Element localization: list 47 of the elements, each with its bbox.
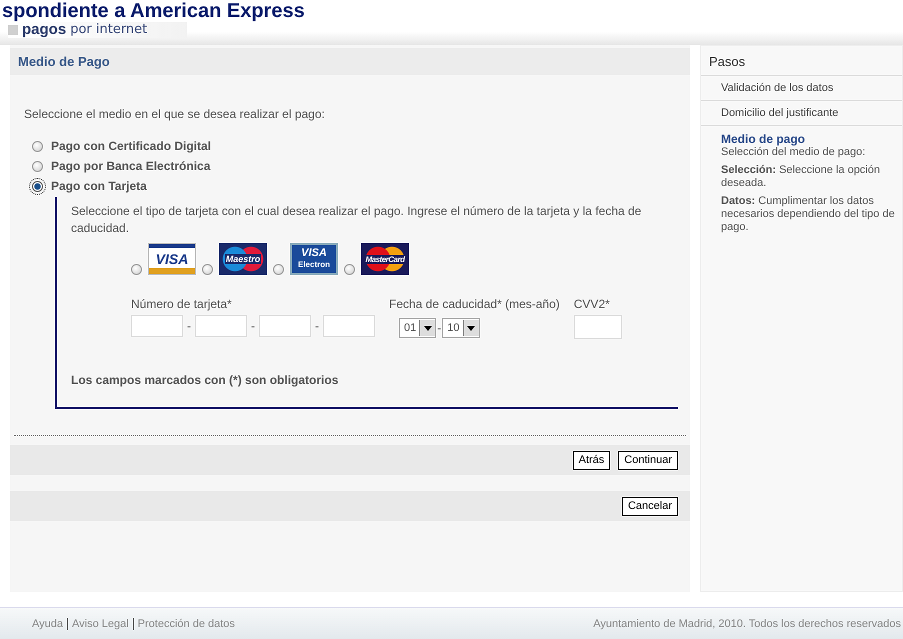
panel-title: Medio de Pago [10,48,690,75]
cvv-label: CVV2* [574,297,611,311]
card-number-field[interactable] [195,315,247,337]
payment-option-label[interactable]: Pago con Certificado Digital [51,139,212,153]
radio-button[interactable] [344,264,355,275]
separator-text: - [315,319,319,333]
steps-title: Pasos [701,46,902,76]
required-note: Los campos marcados con (*) son obligatorios [71,373,340,387]
step-item: Validación de los datos [701,76,902,101]
mastercard-logo: MasterCard [361,243,409,275]
step-description: Selección: Seleccione la opción deseada. [720,164,881,190]
step-item: Medio de pago [720,131,806,146]
prompt-text: Seleccione el medio en el que se desea realizar el pago: [24,107,326,121]
logo-mark-icon [8,25,18,35]
card-number-field[interactable] [323,315,375,337]
visa-electron-logo: VISA Electron [290,243,338,275]
card-number-field[interactable] [259,315,311,337]
radio-button[interactable] [273,264,284,275]
radio-button[interactable] [32,160,43,172]
step-item: Domicilio del justificante [701,101,902,126]
nav-button[interactable]: Atrás [572,450,610,470]
payment-option-label[interactable]: Pago con Tarjeta [51,179,147,193]
instructions-text: Seleccione el tipo de tarjeta con el cual desea realizar el pago. Ingrese el número de la tarjeta y la fecha de caducidad. [71,203,642,237]
card-number-field[interactable] [131,315,183,337]
logo-tagline: por internet [70,22,148,38]
nav-button[interactable]: Continuar [618,450,678,470]
logo-brand: pagos [22,22,66,38]
separator-text: - [187,319,191,333]
visa-logo: VISA [148,243,196,275]
card-number-label: Número de tarjeta* [131,297,233,311]
radio-button[interactable] [32,140,43,152]
step-description: Datos: Cumplimentar los datos necesarios dependiendo del tipo de pago. [720,195,896,234]
expiry-label: Fecha de caducidad* (mes-año) [389,297,560,311]
payment-option-label[interactable]: Pago por Banca Electrónica [51,159,210,173]
radio-button[interactable] [131,264,142,275]
step-description: Selección del medio de pago: [720,146,866,159]
page-heading: spondiente a American Express [2,0,305,22]
month-select[interactable]: 01 [399,318,436,338]
copyright-text: Ayuntamiento de Madrid, 2010. Todos los derechos reservados [593,618,901,630]
maestro-logo: Maestro [219,243,267,275]
radio-button[interactable] [202,264,213,275]
cancel-button[interactable]: Cancelar [622,496,678,516]
radio-button[interactable] [32,180,43,192]
separator-text: - [437,321,442,335]
separator-text: - [251,319,255,333]
cvv-field[interactable] [574,315,622,339]
year-select[interactable]: 10 [442,318,480,338]
